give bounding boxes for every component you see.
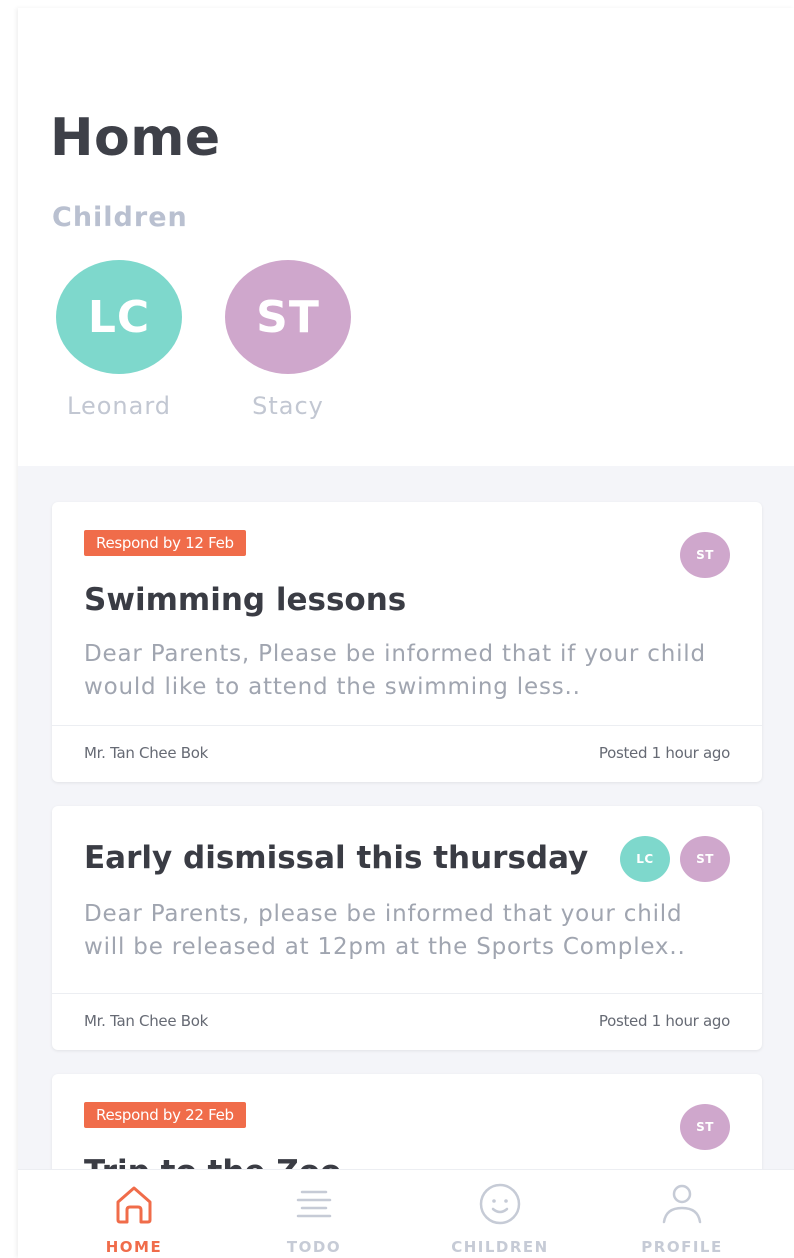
child-tag-avatar: ST [680,1104,730,1150]
smiley-icon [479,1183,521,1225]
child-name: Stacy [252,392,324,420]
tab-children[interactable]: CHILDREN [440,1180,560,1256]
tab-profile[interactable]: PROFILE [622,1180,742,1256]
post-author: Mr. Tan Chee Bok [84,744,208,762]
post-time: Posted 1 hour ago [598,744,730,762]
tab-label: CHILDREN [451,1238,549,1256]
post-card[interactable]: Respond by 12 Feb ST Swimming lessons De… [52,502,762,782]
child-stacy[interactable]: ST Stacy [225,260,351,420]
tab-todo[interactable]: TODO [254,1180,374,1256]
tab-label: TODO [286,1238,342,1256]
list-icon [296,1190,332,1218]
post-card[interactable]: LC ST Early dismissal this thursday Dear… [52,806,762,1050]
child-leonard[interactable]: LC Leonard [56,260,182,420]
post-time: Posted 1 hour ago [598,1012,730,1030]
tab-label: PROFILE [641,1238,723,1256]
post-title: Early dismissal this thursday [84,840,589,876]
respond-by-badge: Respond by 12 Feb [84,530,246,556]
home-icon [116,1186,152,1224]
person-icon [662,1184,702,1224]
post-preview: Dear Parents, please be informed that yo… [84,901,686,960]
header-area: Home Children LC Leonard ST Stacy [18,8,794,466]
tab-home[interactable]: HOME [74,1180,194,1256]
tab-label: HOME [105,1238,163,1256]
page-title: Home [50,108,221,168]
children-section-label: Children [52,202,188,233]
bottom-tab-bar: HOME TODO CHILDREN PROFILE [18,1169,794,1258]
post-preview: Dear Parents, Please be informed that if… [84,641,706,700]
child-tag-avatar: ST [680,836,730,882]
post-footer: Mr. Tan Chee Bok Posted 1 hour ago [52,993,762,1050]
app-screen: Home Children LC Leonard ST Stacy Respon… [18,8,794,1258]
announcement-feed: Respond by 12 Feb ST Swimming lessons De… [18,466,794,1171]
post-author: Mr. Tan Chee Bok [84,1012,208,1030]
child-avatar: LC [56,260,182,374]
child-avatar: ST [225,260,351,374]
post-title: Swimming lessons [84,582,407,618]
post-card[interactable]: Respond by 22 Feb ST Trip to the Zoo [52,1074,762,1171]
respond-by-badge: Respond by 22 Feb [84,1102,246,1128]
child-name: Leonard [67,392,171,420]
post-footer: Mr. Tan Chee Bok Posted 1 hour ago [52,725,762,782]
child-tag-avatar: ST [680,532,730,578]
child-tag-avatar: LC [620,836,670,882]
